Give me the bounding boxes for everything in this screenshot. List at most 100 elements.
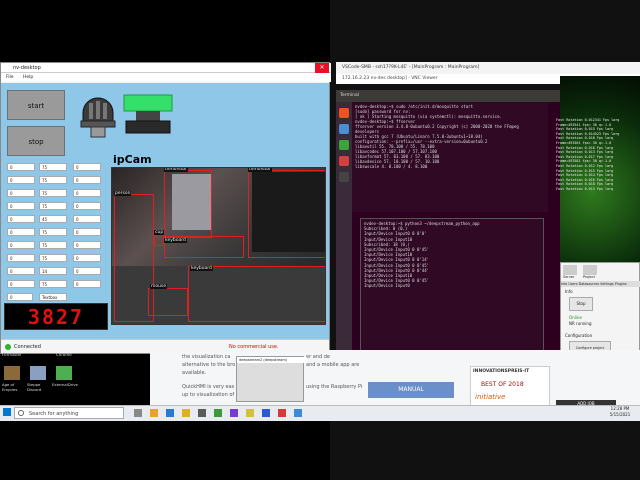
field[interactable]: 0 [73,176,101,184]
manual-button[interactable]: MANUAL [368,382,454,398]
field[interactable]: 0 [7,293,33,301]
tab-settings[interactable]: Settings [600,282,614,286]
field[interactable]: 0 [7,176,35,184]
web-text: the visualization ca [182,354,231,360]
app-icon[interactable] [278,409,286,417]
tab-datasources[interactable]: Datasources [579,282,600,286]
field[interactable]: 0 [73,163,101,171]
field[interactable]: 0 [73,267,101,275]
server-icon[interactable] [563,265,577,275]
app-icon[interactable] [214,409,222,417]
tab-info[interactable]: Info [561,282,567,286]
game-icon[interactable] [4,366,20,380]
field[interactable]: 75 [39,241,67,249]
server-label: Server [563,275,575,279]
chrome-icon[interactable] [182,409,190,417]
app-icon[interactable] [230,409,238,417]
vs-window-title: VSCode-SMB - ssh17?9K-L4E' - [MainProgra… [336,62,640,74]
stop-button[interactable]: stop [7,126,65,156]
field[interactable]: 0 [7,163,35,171]
field[interactable]: 0 [7,202,35,210]
taskbar-apps [134,408,304,418]
field[interactable]: 0 [73,254,101,262]
close-button[interactable]: ✕ [315,63,329,73]
menu-help[interactable]: Help [23,75,33,80]
field[interactable]: 0 [73,280,101,288]
folder-icon[interactable] [150,409,158,417]
app-icon[interactable] [262,409,270,417]
stop-server-button[interactable]: Stop [569,297,593,311]
field[interactable]: 0 [7,228,35,236]
field[interactable]: 0 [7,189,35,197]
ubuntu-icon[interactable] [339,108,349,118]
ffmpeg-log: Fast Rotation 0.012341 Fps larg Frame=49… [556,118,640,226]
running-status: NR running [569,321,592,326]
textbox-field[interactable]: Textbox [39,293,67,301]
task-view-icon[interactable] [134,409,142,417]
field[interactable]: 0 [73,215,101,223]
web-page: the visualization ca alternative to the … [150,350,640,405]
app-icon[interactable] [339,156,349,166]
drive-icon[interactable] [56,366,72,380]
field[interactable]: 0 [7,254,35,262]
field[interactable]: 75 [39,254,67,262]
web-text: and a mobile app are [306,362,360,368]
field[interactable]: 0 [7,280,35,288]
field[interactable]: 75 [39,163,67,171]
app-icon[interactable] [339,140,349,150]
search-box[interactable]: Search for anything [14,407,124,419]
app-icon[interactable] [246,409,254,417]
status-dot-icon [5,344,11,350]
field[interactable]: 45 [39,215,67,223]
taskbar-preview[interactable]: deepstream2 (deepstream) [236,356,307,402]
files-icon[interactable] [339,124,349,134]
field[interactable]: 14 [39,267,67,275]
tab-plugins[interactable]: Plugins [615,282,627,286]
desktop-icon-label: Steppe Discord [27,382,42,392]
discord-icon[interactable] [30,366,46,380]
app-icon[interactable] [198,409,206,417]
field[interactable]: 0 [73,228,101,236]
start-button[interactable]: start [7,90,65,120]
vscode-icon[interactable] [294,409,302,417]
log-line: Fast Rotation 0.013 Fps larg [556,186,614,191]
edge-icon[interactable] [166,409,174,417]
system-clock[interactable]: 12:28 PM 5/15/2021 [600,406,640,420]
tab-users[interactable]: Users [568,282,577,286]
hmi-window: nv-desktop ✕ File Help start stop ipCam … [0,62,331,354]
web-text: QuickHMI is very eas [182,384,235,390]
counter-display: 3827 [4,303,108,330]
project-icon[interactable] [583,265,597,275]
detection-box [148,288,188,316]
field[interactable]: 75 [39,189,67,197]
hmi-canvas: start stop ipCam 0 75 0 0 75 0 0 75 0 0 … [1,83,329,339]
terminal-icon[interactable] [339,172,349,182]
field[interactable]: 0 [7,215,35,223]
web-text: er and de [306,354,330,360]
field[interactable]: 0 [7,241,35,249]
detection-label: keyboard [164,238,187,243]
terminal-header: Terminal [336,90,560,102]
field[interactable]: 0 [7,267,35,275]
project-label: Project [583,275,595,279]
field[interactable]: 0 [73,241,101,249]
field[interactable]: 75 [39,228,67,236]
field[interactable]: 75 [39,202,67,210]
field[interactable]: 0 [73,189,101,197]
ipcam-title: ipCam [113,153,152,166]
award-tag: initiative [475,393,506,401]
detection-label: keyboard [190,266,213,271]
windows-start-icon[interactable] [3,408,11,416]
green-pushbutton-icon[interactable] [121,93,175,141]
detection-box [188,266,325,322]
web-text: alternative to the bro [182,362,236,368]
terminal-line: Input/Device Input0 [364,283,410,289]
award-year: BEST OF 2018 [481,381,524,388]
field[interactable]: 0 [73,202,101,210]
field[interactable]: 75 [39,176,67,184]
configuration-heading: Configuration [565,333,593,338]
web-text: using the Raspberry Pi [306,384,363,390]
field[interactable]: 75 [39,280,67,288]
terminal-output: nvdev-desktop:~$ sudo /etc/init.d/mosqui… [352,102,548,212]
menu-file[interactable]: File [6,75,14,80]
